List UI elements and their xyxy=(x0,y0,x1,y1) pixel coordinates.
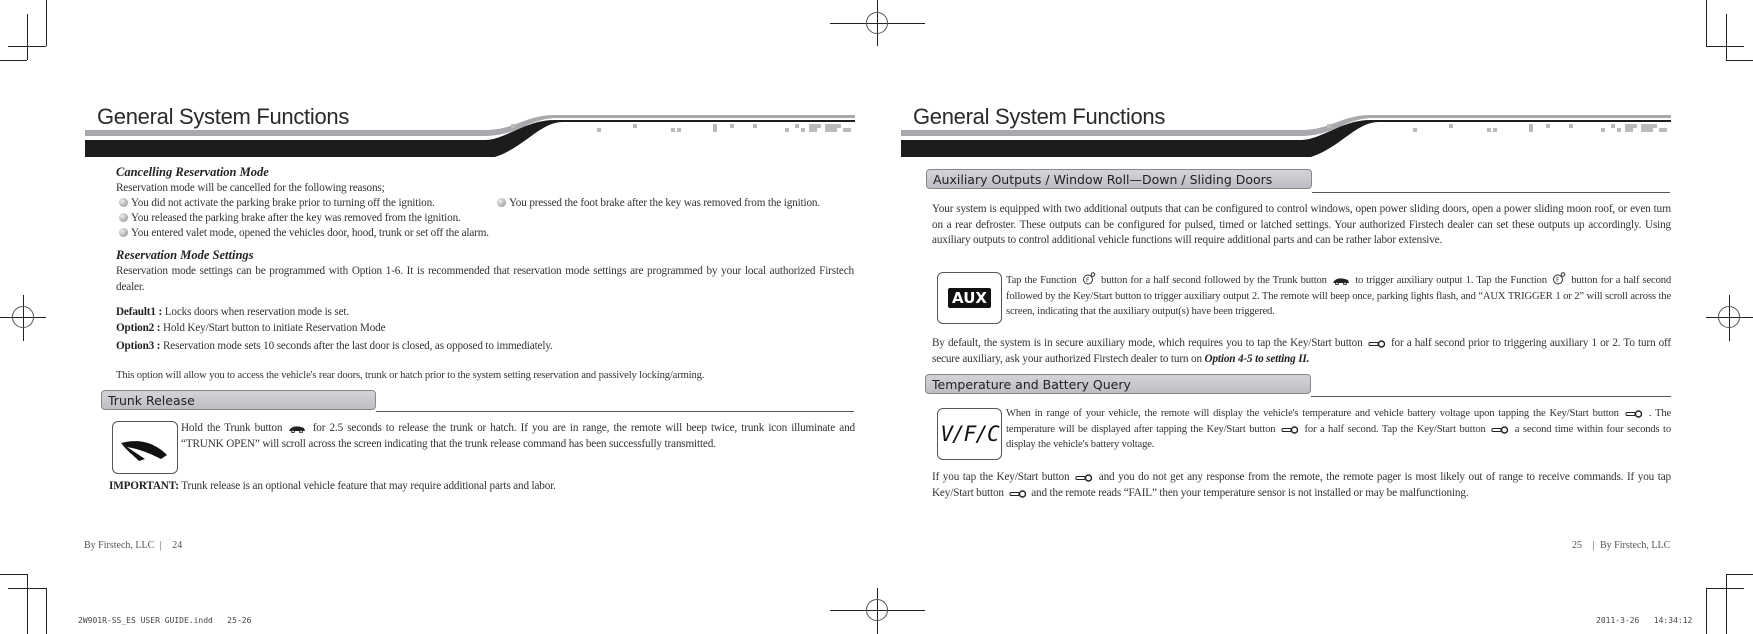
option-note: This option will allow you to access the… xyxy=(116,370,705,381)
trunk-button-icon xyxy=(289,426,306,433)
bullet-icon xyxy=(119,198,128,207)
page-number: 25 xyxy=(1572,540,1582,551)
svg-text:F: F xyxy=(1556,277,1560,284)
trunk-release-section-title: Trunk Release xyxy=(101,390,376,410)
bullet-icon xyxy=(119,228,128,237)
bullet-icon xyxy=(497,198,506,207)
bullet-icon xyxy=(119,213,128,222)
option-2: Option2 : Hold Key/Start button to initi… xyxy=(116,322,386,334)
key-start-icon xyxy=(1491,425,1509,434)
trunk-button-icon xyxy=(1333,278,1349,285)
aux-section-title: Auxiliary Outputs / Window Roll—Down / S… xyxy=(926,169,1312,189)
cancelling-heading: Cancelling Reservation Mode xyxy=(116,165,269,179)
reason-item: You released the parking brake after the… xyxy=(119,211,461,227)
option-default1: Default1 : Locks doors when reservation … xyxy=(116,306,350,318)
key-start-icon xyxy=(1625,410,1642,418)
key-start-icon xyxy=(1281,425,1299,434)
temp-section-title: Temperature and Battery Query xyxy=(925,374,1311,394)
option-3: Option3 : Reservation mode sets 10 secon… xyxy=(116,340,553,352)
reason-item: You did not activate the parking brake p… xyxy=(119,196,435,212)
svg-text:F: F xyxy=(1086,277,1090,284)
temp-battery-icon: V/F/C xyxy=(937,408,1002,460)
function-button-icon: F xyxy=(1082,272,1096,285)
header-swoosh xyxy=(85,115,855,157)
cancelling-intro: Reservation mode will be cancelled for t… xyxy=(116,182,385,194)
temp-paragraph: When in range of your vehicle, the remot… xyxy=(1006,408,1672,450)
print-slug-timestamp: 2011-3-26 14:34:12 xyxy=(1596,616,1693,625)
reason-item: You pressed the foot brake after the key… xyxy=(497,196,820,212)
aux-instructions: Tap the Function F button for a half sec… xyxy=(1006,272,1671,320)
aux-icon: AUX xyxy=(937,272,1002,324)
key-start-icon xyxy=(1075,474,1093,482)
print-slug-file: 2W901R-SS_ES USER GUIDE.indd 25-26 xyxy=(78,616,252,625)
aux-paragraph: Your system is equipped with two additio… xyxy=(932,203,1671,246)
reason-item: You entered valet mode, opened the vehic… xyxy=(119,226,489,242)
settings-paragraph: Reservation mode settings can be program… xyxy=(116,265,854,293)
section-divider xyxy=(1312,192,1670,193)
key-start-icon xyxy=(1368,340,1385,348)
settings-heading: Reservation Mode Settings xyxy=(116,248,254,262)
footer-right: 25 | By Firstech, LLC xyxy=(1572,540,1671,551)
trunk-paragraph: Hold the Trunk button for 2.5 seconds to… xyxy=(181,422,855,450)
important-note: IMPORTANT: Trunk release is an optional … xyxy=(109,480,556,492)
section-divider xyxy=(1311,396,1671,397)
key-start-icon xyxy=(1009,489,1026,498)
function-button-icon: F xyxy=(1553,272,1566,285)
secure-aux-paragraph: By default, the system is in secure auxi… xyxy=(932,337,1672,365)
page-number: 24 xyxy=(172,540,183,551)
header-swoosh xyxy=(901,115,1671,157)
trunk-icon xyxy=(112,421,178,474)
temp-troubleshoot-paragraph: If you tap the Key/Start button and you … xyxy=(932,471,1672,499)
footer-left: By Firstech, LLC | 24 xyxy=(84,540,183,551)
section-divider xyxy=(376,411,854,412)
